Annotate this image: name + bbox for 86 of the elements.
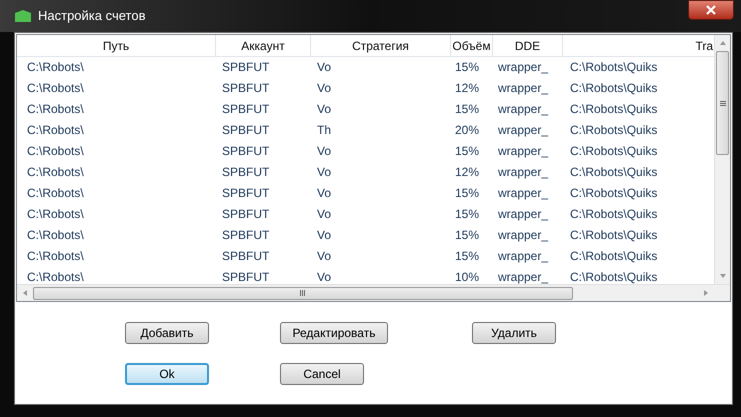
table-cell: Vo <box>317 60 332 74</box>
table-cell: C:\Robots\Quiks <box>570 144 658 158</box>
table-cell: SPBFUT <box>222 60 270 74</box>
column-header[interactable]: Аккаунт <box>216 35 311 57</box>
dialog-button[interactable]: Добавить <box>125 322 209 344</box>
table-cell: C:\Robots\ <box>27 144 84 158</box>
column-header[interactable]: DDE <box>493 35 563 57</box>
dialog-button[interactable]: Редактировать <box>280 322 388 344</box>
table-cell: C:\Robots\Quiks <box>570 102 658 116</box>
table-cell: SPBFUT <box>222 186 270 200</box>
table-cell: C:\Robots\Quiks <box>570 207 658 221</box>
table-cell: Vo <box>317 165 332 179</box>
table-cell: Vo <box>317 249 332 263</box>
table-cell: wrapper_ <box>498 270 548 284</box>
table-cell: Vo <box>317 228 332 242</box>
table-cell: Vo <box>317 144 332 158</box>
scrollbar-thumb[interactable] <box>33 286 573 300</box>
table-cell: C:\Robots\ <box>27 186 84 200</box>
table-cell: Vo <box>317 270 332 284</box>
table-cell: C:\Robots\ <box>27 60 84 74</box>
table-cell: 15% <box>454 102 479 116</box>
table-cell: wrapper_ <box>498 144 548 158</box>
dialog-button[interactable]: Cancel <box>280 363 364 385</box>
table-cell: wrapper_ <box>498 207 548 221</box>
horizontal-scrollbar[interactable] <box>17 284 730 301</box>
table-cell: SPBFUT <box>222 228 270 242</box>
table-cell: 20% <box>454 123 479 137</box>
table-cell: wrapper_ <box>498 186 548 200</box>
table-cell: 15% <box>454 228 479 242</box>
table-cell: SPBFUT <box>222 144 270 158</box>
table-cell: C:\Robots\ <box>27 207 84 221</box>
table-cell: 15% <box>454 249 479 263</box>
table-cell: C:\Robots\Quiks <box>570 186 658 200</box>
table-cell: Vo <box>317 207 332 221</box>
table-cell: 15% <box>454 186 479 200</box>
table-cell: C:\Robots\Quiks <box>570 81 658 95</box>
table-cell: C:\Robots\ <box>27 81 84 95</box>
table-cell: wrapper_ <box>498 228 548 242</box>
column-header[interactable]: Стратегия <box>311 35 451 57</box>
table-cell: 15% <box>454 144 479 158</box>
table-cell: C:\Robots\ <box>27 249 84 263</box>
table-cell: 10% <box>454 270 479 284</box>
table-cell: C:\Robots\ <box>27 270 84 284</box>
window-title: Настройка счетов <box>38 7 146 26</box>
table-cell: wrapper_ <box>498 81 548 95</box>
close-button[interactable] <box>688 0 734 20</box>
table-cell: SPBFUT <box>222 165 270 179</box>
table-cell: SPBFUT <box>222 249 270 263</box>
table-cell: wrapper_ <box>498 102 548 116</box>
table-cell: C:\Robots\ <box>27 123 84 137</box>
grip-icon <box>720 100 726 106</box>
column-header[interactable]: Объём <box>451 35 493 57</box>
table-cell: 15% <box>454 60 479 74</box>
table-cell: C:\Robots\Quiks <box>570 123 658 137</box>
table-cell: SPBFUT <box>222 207 270 221</box>
table-cell: Vo <box>317 186 332 200</box>
table-cell: Th <box>317 123 332 137</box>
table-cell: wrapper_ <box>498 60 548 74</box>
table-cell: 12% <box>454 81 479 95</box>
table-cell: 12% <box>454 165 479 179</box>
table-cell: SPBFUT <box>222 102 270 116</box>
table-cell: C:\Robots\ <box>27 228 84 242</box>
table-cell: wrapper_ <box>498 165 548 179</box>
app-icon <box>14 9 32 23</box>
close-icon <box>706 5 716 15</box>
dialog-button[interactable]: Ok <box>125 363 209 385</box>
table-cell: wrapper_ <box>498 123 548 137</box>
table-cell: C:\Robots\Quiks <box>570 249 658 263</box>
table-cell: Vo <box>317 81 332 95</box>
table-cell: wrapper_ <box>498 249 548 263</box>
dialog-button[interactable]: Удалить <box>472 322 556 344</box>
grip-icon <box>300 290 306 296</box>
table-cell: C:\Robots\Quiks <box>570 165 658 179</box>
table-cell: C:\Robots\Quiks <box>570 270 658 284</box>
table-cell: C:\Robots\Quiks <box>570 228 658 242</box>
table-cell: C:\Robots\ <box>27 102 84 116</box>
table-cell: C:\Robots\Quiks <box>570 60 658 74</box>
scrollbar-thumb[interactable] <box>716 51 729 155</box>
table-cell: SPBFUT <box>222 270 270 284</box>
table-cell: C:\Robots\ <box>27 165 84 179</box>
table-cell: 15% <box>454 207 479 221</box>
table-cell: SPBFUT <box>222 81 270 95</box>
vertical-scrollbar[interactable] <box>714 35 730 284</box>
column-header[interactable]: Путь <box>17 35 216 57</box>
table-cell: SPBFUT <box>222 123 270 137</box>
table-cell: Vo <box>317 102 332 116</box>
